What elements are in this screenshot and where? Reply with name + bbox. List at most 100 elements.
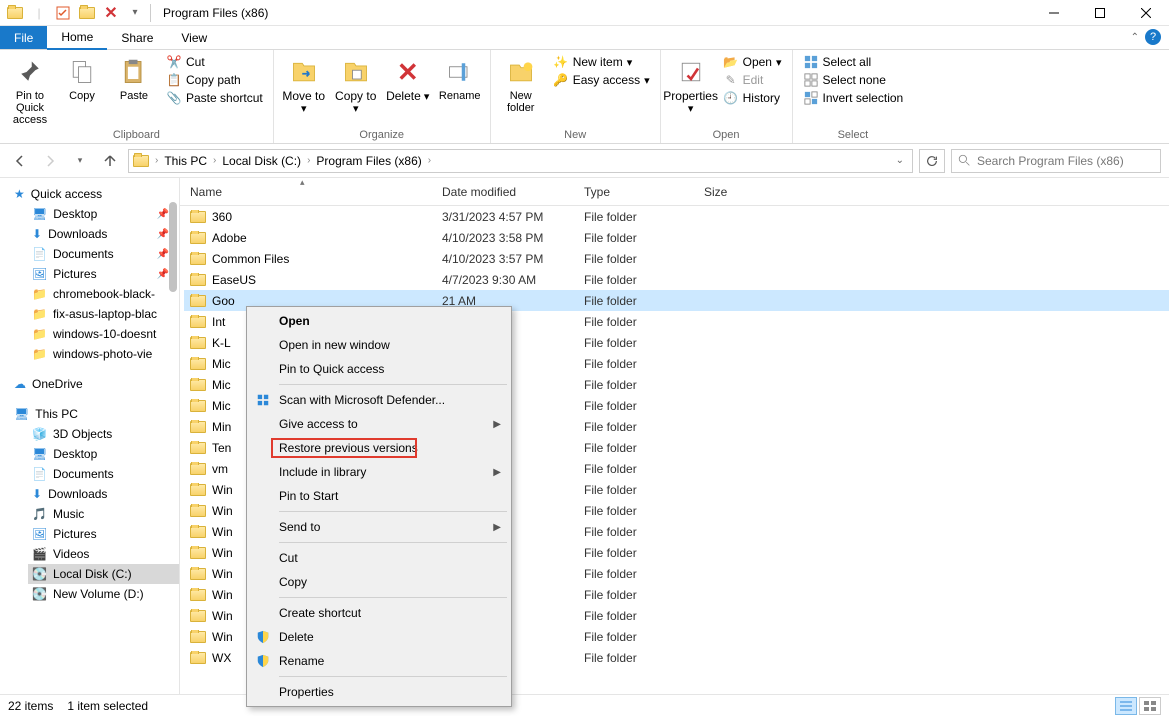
- chevron-right-icon[interactable]: ›: [428, 155, 431, 166]
- chevron-down-icon[interactable]: ⌄: [896, 155, 908, 166]
- rename-button[interactable]: Rename: [436, 52, 484, 102]
- sidebar-item[interactable]: 📄Documents: [28, 464, 179, 484]
- copy-path-button[interactable]: 📋Copy path: [162, 72, 267, 88]
- history-button[interactable]: 🕘History: [719, 90, 786, 106]
- help-icon[interactable]: ?: [1145, 29, 1161, 45]
- sidebar-item[interactable]: 💽New Volume (D:): [28, 584, 179, 604]
- invert-selection-button[interactable]: Invert selection: [799, 90, 908, 106]
- sidebar-item[interactable]: 🧊3D Objects: [28, 424, 179, 444]
- open-button[interactable]: 📂Open ▾: [719, 54, 786, 70]
- context-menu-item[interactable]: Create shortcut: [249, 601, 509, 625]
- breadcrumb[interactable]: › This PC › Local Disk (C:) › Program Fi…: [128, 149, 913, 173]
- select-none-button[interactable]: Select none: [799, 72, 908, 88]
- context-menu-item[interactable]: Open: [249, 309, 509, 333]
- sidebar-item[interactable]: 💽Local Disk (C:): [28, 564, 179, 584]
- sidebar-item[interactable]: 📄Documents📌: [28, 244, 179, 264]
- tab-share[interactable]: Share: [107, 26, 167, 49]
- cut-button[interactable]: ✂️Cut: [162, 54, 267, 70]
- properties-icon[interactable]: [52, 2, 74, 24]
- sidebar-item[interactable]: 🎵Music: [28, 504, 179, 524]
- chevron-right-icon[interactable]: ›: [213, 155, 216, 166]
- sidebar-item[interactable]: 🖼Pictures📌: [28, 264, 179, 284]
- chevron-right-icon[interactable]: ›: [307, 155, 310, 166]
- qat-dropdown-icon[interactable]: ▾: [124, 2, 146, 24]
- paste-shortcut-button[interactable]: 📎Paste shortcut: [162, 90, 267, 106]
- refresh-button[interactable]: [919, 149, 945, 173]
- tab-view[interactable]: View: [167, 26, 221, 49]
- table-row[interactable]: EaseUS4/7/2023 9:30 AMFile folder: [184, 269, 1169, 290]
- context-menu-item[interactable]: Scan with Microsoft Defender...: [249, 388, 509, 412]
- close-button[interactable]: [1123, 0, 1169, 26]
- chevron-right-icon[interactable]: ›: [155, 155, 158, 166]
- sidebar-item[interactable]: 🎬Videos: [28, 544, 179, 564]
- folder-icon[interactable]: [4, 2, 26, 24]
- sidebar-item[interactable]: 🖥Desktop: [28, 444, 179, 464]
- large-icons-view-button[interactable]: [1139, 697, 1161, 715]
- copy-button[interactable]: Copy: [58, 52, 106, 102]
- tab-file[interactable]: File: [0, 26, 47, 49]
- delete-x-icon[interactable]: ✕: [100, 2, 122, 24]
- forward-button[interactable]: [38, 149, 62, 173]
- easy-access-button[interactable]: 🔑Easy access ▾: [549, 72, 654, 88]
- item-icon: ⬇: [32, 227, 42, 241]
- new-item-button[interactable]: ✨New item ▾: [549, 54, 654, 70]
- context-menu-item[interactable]: Send to▶: [249, 515, 509, 539]
- sidebar-item[interactable]: 🖼Pictures: [28, 524, 179, 544]
- context-menu-item[interactable]: Rename: [249, 649, 509, 673]
- context-menu-item[interactable]: Open in new window: [249, 333, 509, 357]
- breadcrumb-item[interactable]: This PC: [160, 154, 211, 168]
- delete-button[interactable]: ✕Delete ▾: [384, 52, 432, 103]
- sidebar-item[interactable]: 📁chromebook-black-: [28, 284, 179, 304]
- sidebar-item[interactable]: 📁windows-10-doesnt: [28, 324, 179, 344]
- sidebar-item[interactable]: ⬇Downloads: [28, 484, 179, 504]
- select-all-button[interactable]: Select all: [799, 54, 908, 70]
- tab-home[interactable]: Home: [47, 26, 107, 50]
- context-menu-item[interactable]: Give access to▶: [249, 412, 509, 436]
- table-row[interactable]: Adobe4/10/2023 3:58 PMFile folder: [184, 227, 1169, 248]
- context-menu-item[interactable]: Cut: [249, 546, 509, 570]
- edit-button[interactable]: ✎Edit: [719, 72, 786, 88]
- context-menu-item[interactable]: Pin to Quick access: [249, 357, 509, 381]
- up-button[interactable]: [98, 149, 122, 173]
- column-name[interactable]: Name: [190, 185, 442, 199]
- column-size[interactable]: Size: [704, 185, 774, 199]
- new-folder-icon[interactable]: [76, 2, 98, 24]
- context-menu-item[interactable]: Copy: [249, 570, 509, 594]
- details-view-button[interactable]: [1115, 697, 1137, 715]
- sidebar-onedrive[interactable]: ☁OneDrive: [10, 374, 179, 394]
- maximize-button[interactable]: [1077, 0, 1123, 26]
- sidebar-item[interactable]: 🖥Desktop📌: [28, 204, 179, 224]
- sidebar-this-pc[interactable]: 🖥This PC: [10, 404, 179, 424]
- table-row[interactable]: 3603/31/2023 4:57 PMFile folder: [184, 206, 1169, 227]
- folder-icon: [190, 274, 206, 286]
- search-input[interactable]: Search Program Files (x86): [951, 149, 1161, 173]
- context-menu-item[interactable]: Restore previous versions: [249, 436, 509, 460]
- table-row[interactable]: Common Files4/10/2023 3:57 PMFile folder: [184, 248, 1169, 269]
- properties-icon: [675, 56, 707, 88]
- move-to-button[interactable]: Move to ▾: [280, 52, 328, 115]
- context-menu-item[interactable]: Include in library▶: [249, 460, 509, 484]
- context-menu-item[interactable]: Delete: [249, 625, 509, 649]
- column-type[interactable]: Type: [584, 185, 704, 199]
- new-folder-button[interactable]: New folder: [497, 52, 545, 114]
- sidebar-quick-access[interactable]: ★Quick access: [10, 184, 179, 204]
- context-menu-item[interactable]: Pin to Start: [249, 484, 509, 508]
- pin-quick-access-button[interactable]: Pin to Quick access: [6, 52, 54, 126]
- breadcrumb-item[interactable]: Program Files (x86): [312, 154, 425, 168]
- back-button[interactable]: [8, 149, 32, 173]
- minimize-button[interactable]: [1031, 0, 1077, 26]
- properties-button[interactable]: Properties ▾: [667, 52, 715, 115]
- rename-icon: [444, 56, 476, 88]
- recent-locations-button[interactable]: ▾: [68, 149, 92, 173]
- context-menu-item[interactable]: Properties: [249, 680, 509, 704]
- paste-button[interactable]: Paste: [110, 52, 158, 102]
- column-date[interactable]: Date modified: [442, 185, 584, 199]
- sidebar-item[interactable]: ⬇Downloads📌: [28, 224, 179, 244]
- menu-separator: [279, 597, 507, 598]
- sidebar-item[interactable]: 📁windows-photo-vie: [28, 344, 179, 364]
- scrollbar[interactable]: [169, 202, 177, 292]
- sidebar-item[interactable]: 📁fix-asus-laptop-blac: [28, 304, 179, 324]
- breadcrumb-item[interactable]: Local Disk (C:): [218, 154, 305, 168]
- collapse-ribbon-icon[interactable]: ⌃: [1131, 32, 1139, 43]
- copy-to-button[interactable]: Copy to ▾: [332, 52, 380, 115]
